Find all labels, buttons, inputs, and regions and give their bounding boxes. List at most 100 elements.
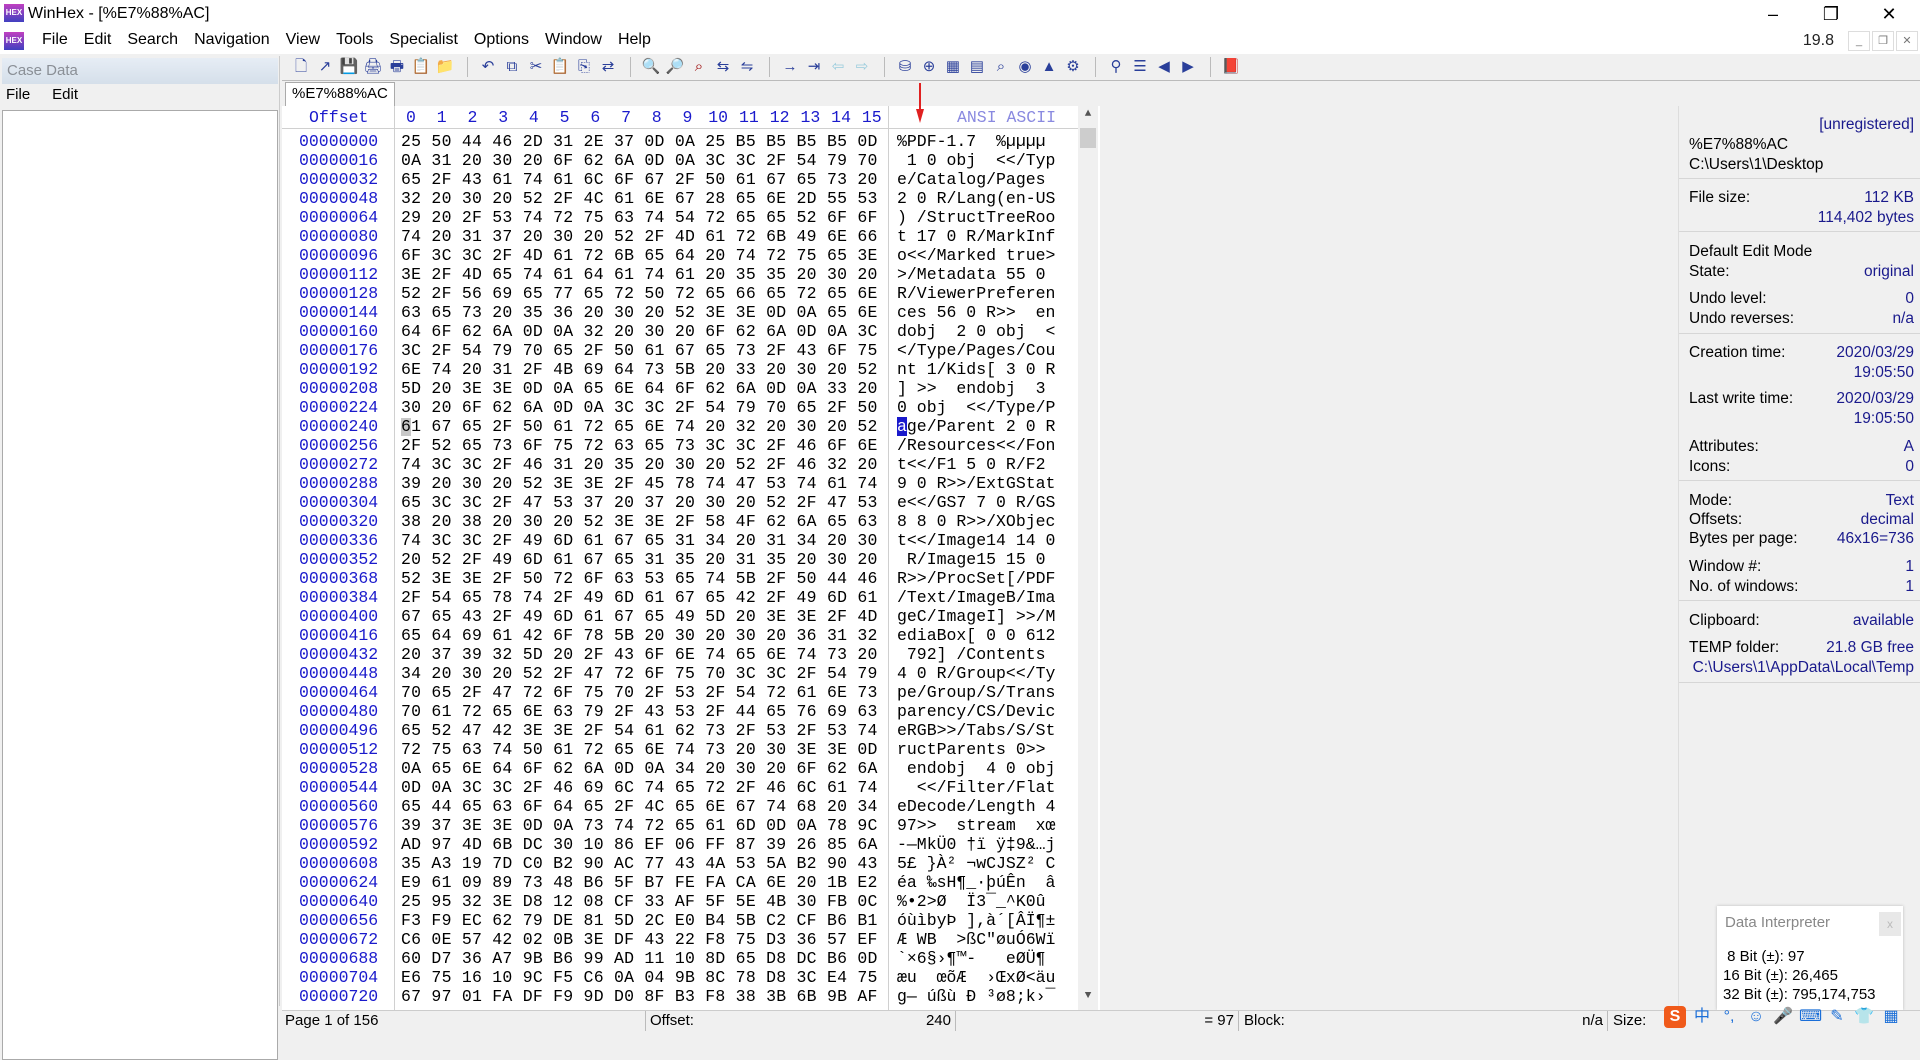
ascii-text[interactable]: age/Parent 2 0 R (897, 417, 1055, 436)
ascii-text[interactable]: endobj 4 0 obj (897, 759, 1056, 778)
hex-row[interactable]: 00000624 E9 61 09 89 73 48 B6 5F B7 FE FA… (282, 873, 1078, 892)
tab-file[interactable]: %E7%88%AC (285, 82, 395, 106)
ascii-text[interactable]: geC/ImageI] >>/M (897, 607, 1055, 626)
copy-block-icon[interactable]: ⧉ (501, 57, 523, 77)
save-icon[interactable]: 💾 (338, 57, 360, 77)
ascii-text[interactable]: ces 56 0 R>> en (897, 303, 1055, 322)
grid-menu-icon[interactable]: ▦ (1880, 1006, 1902, 1028)
hex-row[interactable]: 00000496 65 52 47 42 3E 3E 2F 54 61 62 73… (282, 721, 1078, 740)
find-text-icon[interactable]: 🔍 (640, 57, 662, 77)
hex-row[interactable]: 00000208 5D 20 3E 3E 0D 0A 65 6E 64 6F 62… (282, 379, 1078, 398)
export-icon[interactable]: 📁 (434, 57, 456, 77)
ascii-text[interactable]: `×6§›¶™- eØÜ¶ (897, 949, 1055, 968)
convert-icon[interactable]: ⇄ (597, 57, 619, 77)
paste-icon[interactable]: 📋 (549, 57, 571, 77)
status-offset-value[interactable]: 240 (926, 1012, 951, 1029)
hex-row[interactable]: 00000672 C6 0E 57 42 02 0B 3E DF 43 22 F8… (282, 930, 1078, 949)
ascii-text[interactable]: 2 0 R/Lang(en-US (897, 189, 1055, 208)
hex-row[interactable]: 00000160 64 6F 62 6A 0D 0A 32 20 30 20 6F… (282, 322, 1078, 341)
menu-options[interactable]: Options (466, 31, 537, 49)
scroll-thumb[interactable] (1080, 128, 1096, 148)
hex-bytes[interactable]: 70 65 2F 47 72 6F 75 70 2F 53 2F 54 72 6… (401, 683, 878, 702)
hex-row[interactable]: 00000352 20 52 2F 49 6D 61 67 65 31 35 20… (282, 550, 1078, 569)
hex-bytes[interactable]: 6F 3C 3C 2F 4D 61 72 6B 65 64 20 74 72 7… (401, 246, 878, 265)
hex-bytes[interactable]: 60 D7 36 A7 9B B6 99 AD 11 10 8D 65 D8 D… (401, 949, 878, 968)
hex-row[interactable]: 00000416 65 64 69 61 42 6F 78 5B 20 30 20… (282, 626, 1078, 645)
case-menu-edit[interactable]: Edit (52, 86, 78, 103)
punctuation-icon[interactable]: °, (1718, 1006, 1740, 1028)
hex-bytes[interactable]: 2F 52 65 73 6F 75 72 63 65 73 3C 3C 2F 4… (401, 436, 878, 455)
hex-row[interactable]: 00000192 6E 74 20 31 2F 4B 69 64 73 5B 20… (282, 360, 1078, 379)
hex-row[interactable]: 00000000 25 50 44 46 2D 31 2E 37 0D 0A 25… (282, 132, 1078, 151)
case-menu-file[interactable]: File (6, 86, 30, 103)
ascii-text[interactable]: óùìbyÞ ],à´[ÂÏ¶± (897, 911, 1055, 930)
menu-search[interactable]: Search (119, 31, 186, 49)
hex-row[interactable]: 00000240 61 67 65 2F 50 61 72 65 6E 74 20… (282, 417, 1078, 436)
mdi-minimize-button[interactable]: _ (1848, 31, 1870, 51)
hex-bytes[interactable]: 65 52 47 42 3E 3E 2F 54 61 62 73 2F 53 2… (401, 721, 878, 740)
hex-editor[interactable]: Offset 0 1 2 3 4 5 6 7 8 9 10 11 12 13 14 15 ANSI ASCII… (282, 106, 1100, 1010)
hex-bytes[interactable]: 20 37 39 32 5D 20 2F 43 6F 6E 74 65 6E 7… (401, 645, 878, 664)
minimize-button[interactable]: – (1744, 0, 1802, 28)
hex-bytes[interactable]: 5D 20 3E 3E 0D 0A 65 6E 64 6F 62 6A 0D 0… (401, 379, 878, 398)
open-disk-icon[interactable]: ⛁ (894, 57, 916, 77)
hex-row[interactable]: 00000608 35 A3 19 7D C0 B2 90 AC 77 43 4A… (282, 854, 1078, 873)
hex-bytes[interactable]: 25 95 32 3E D8 12 08 CF 33 AF 5F 5E 4B 3… (401, 892, 878, 911)
hex-row[interactable]: 00000480 70 61 72 65 6E 63 79 2F 43 53 2F… (282, 702, 1078, 721)
ascii-text[interactable]: æu œõÆ ›ŒxØ<äu (897, 968, 1055, 987)
maximize-button[interactable]: ❐ (1802, 0, 1860, 28)
hex-bytes[interactable]: 64 6F 62 6A 0D 0A 32 20 30 20 6F 62 6A 0… (401, 322, 878, 341)
hex-bytes[interactable]: 34 20 30 20 52 2F 47 72 6F 75 70 3C 3C 2… (401, 664, 878, 683)
hex-row[interactable]: 00000176 3C 2F 54 79 70 65 2F 50 61 67 65… (282, 341, 1078, 360)
ascii-text[interactable]: eDecode/Length 4 (897, 797, 1055, 816)
ascii-text[interactable]: 5£ }À² ¬wCJSZ² C (897, 854, 1055, 873)
previous-icon[interactable]: ◀ (1153, 57, 1175, 77)
ascii-text[interactable]: ) /StructTreeRoo (897, 208, 1055, 227)
menu-specialist[interactable]: Specialist (381, 31, 465, 49)
zoom-icon[interactable]: ⌕ (990, 57, 1012, 77)
hex-row[interactable]: 00000128 52 2F 56 69 65 77 65 72 50 72 65… (282, 284, 1078, 303)
hex-row[interactable]: 00000544 0D 0A 3C 3C 2F 46 69 6C 74 65 72… (282, 778, 1078, 797)
ascii-text[interactable]: </Type/Pages/Cou (897, 341, 1055, 360)
menu-edit[interactable]: Edit (76, 31, 120, 49)
hex-row[interactable]: 00000688 60 D7 36 A7 9B B6 99 AD 11 10 8D… (282, 949, 1078, 968)
open-ram-icon[interactable]: ▦ (942, 57, 964, 77)
ascii-text[interactable]: 8 8 0 R>>/XObjec (897, 512, 1055, 531)
calculator-icon[interactable]: ▤ (966, 57, 988, 77)
hex-bytes[interactable]: 74 20 31 37 20 30 20 52 2F 4D 61 72 6B 4… (401, 227, 878, 246)
ascii-text[interactable]: <</Filter/Flat (897, 778, 1056, 797)
ascii-text[interactable]: g— úßù Ð ³ø8;k›¯ (897, 987, 1055, 1006)
hex-row[interactable]: 00000080 74 20 31 37 20 30 20 52 2F 4D 61… (282, 227, 1078, 246)
ascii-text[interactable]: e/Catalog/Pages (897, 170, 1055, 189)
ascii-text[interactable]: 1 0 obj <</Typ (897, 151, 1056, 170)
hex-bytes[interactable]: 65 3C 3C 2F 47 53 37 20 37 20 30 20 52 2… (401, 493, 878, 512)
hex-row[interactable]: 00000064 29 20 2F 53 74 72 75 63 74 54 72… (282, 208, 1078, 227)
hex-bytes[interactable]: 30 20 6F 62 6A 0D 0A 3C 3C 2F 54 79 70 6… (401, 398, 878, 417)
hex-row[interactable]: 00000576 39 37 3E 3E 0D 0A 73 74 72 65 61… (282, 816, 1078, 835)
ascii-text[interactable]: pe/Group/S/Trans (897, 683, 1055, 702)
ascii-text[interactable]: 97>> stream xœ (897, 816, 1055, 835)
ascii-text[interactable]: eRGB>>/Tabs/S/St (897, 721, 1055, 740)
settings-icon[interactable]: ⚙ (1062, 57, 1084, 77)
hex-bytes[interactable]: 74 3C 3C 2F 46 31 20 35 20 30 20 52 2F 4… (401, 455, 878, 474)
ascii-text[interactable]: 4 0 R/Group<</Ty (897, 664, 1055, 683)
hex-bytes[interactable]: 35 A3 19 7D C0 B2 90 AC 77 43 4A 53 5A B… (401, 854, 878, 873)
print-setup-icon[interactable]: 🖨 (362, 57, 384, 77)
microphone-icon[interactable]: 🎤 (1772, 1006, 1794, 1028)
back-icon[interactable]: ⇦ (827, 57, 849, 77)
ascii-text[interactable]: t 17 0 R/MarkInf (897, 227, 1055, 246)
hex-row[interactable]: 00000384 2F 54 65 78 74 2F 49 6D 61 67 65… (282, 588, 1078, 607)
hex-row[interactable]: 00000560 65 44 65 63 6F 64 65 2F 4C 65 6E… (282, 797, 1078, 816)
hex-bytes[interactable]: 3C 2F 54 79 70 65 2F 50 61 67 65 73 2F 4… (401, 341, 878, 360)
hex-row[interactable]: 00000032 65 2F 43 61 74 61 6C 6F 67 2F 50… (282, 170, 1078, 189)
camera-icon[interactable]: ◉ (1014, 57, 1036, 77)
hex-bytes[interactable]: E6 75 16 10 9C F5 C6 0A 04 9B 8C 78 D8 3… (401, 968, 878, 987)
mdi-close-button[interactable]: ✕ (1896, 31, 1918, 51)
menu-navigation[interactable]: Navigation (186, 31, 278, 49)
ascii-text[interactable]: Æ WB >ßC"øuÓ6Wï (897, 930, 1055, 949)
ascii-text[interactable]: 0 obj <</Type/P (897, 398, 1055, 417)
hex-row[interactable]: 00000432 20 37 39 32 5D 20 2F 43 6F 6E 74… (282, 645, 1078, 664)
ascii-text[interactable]: parency/CS/Devic (897, 702, 1055, 721)
ascii-text[interactable]: %•2>Ø Ï3¯_^K0û (897, 892, 1055, 911)
hex-row[interactable]: 00000368 52 3E 3E 2F 50 72 6F 63 53 65 74… (282, 569, 1078, 588)
